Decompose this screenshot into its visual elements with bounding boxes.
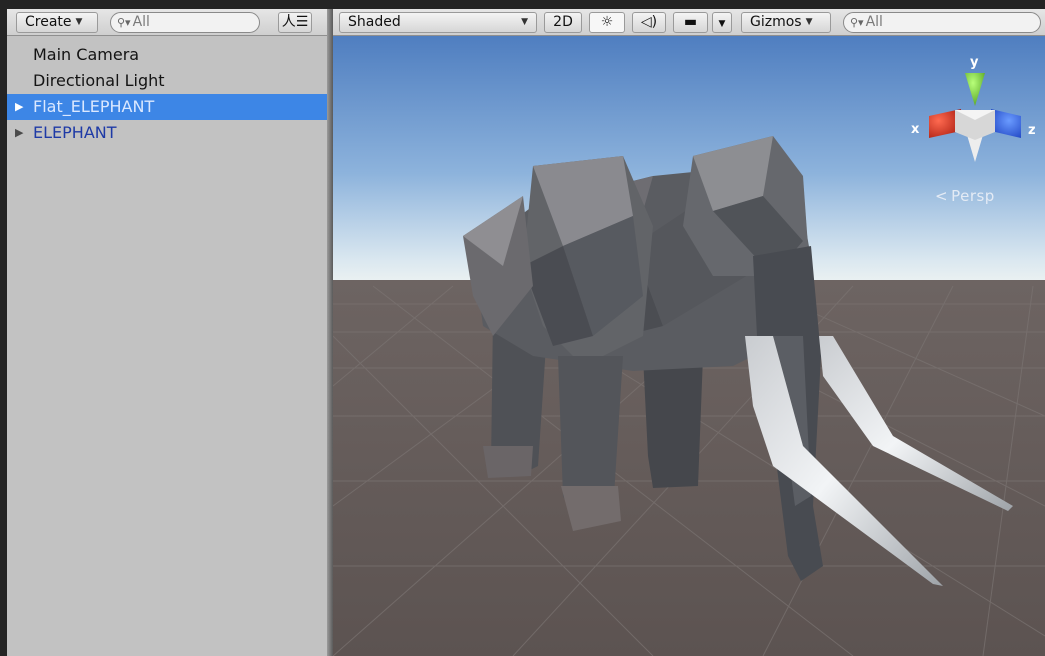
dropdown-arrow-icon: ▼ [521, 17, 528, 27]
scene-audio-toggle[interactable]: ◁) [632, 12, 666, 33]
hierarchy-filter-icon: 人☰ [281, 14, 309, 30]
hierarchy-item-label: Directional Light [33, 71, 165, 90]
scene-viewport[interactable]: y x z [333, 36, 1045, 656]
hierarchy-panel: Create ▼ ⚲▾ All 人☰ Main Camera Directional… [7, 9, 327, 656]
hierarchy-item-label: Flat_ELEPHANT [33, 97, 155, 116]
dropdown-arrow-icon: ▼ [75, 17, 83, 27]
scene-effects-dropdown[interactable]: ▼ [712, 12, 732, 33]
gizmos-dropdown[interactable]: Gizmos ▼ [741, 12, 831, 33]
scene-toolbar: Shaded ▼ 2D ☼ ◁) ▬ ▼ Gizmos ▼ ⚲▾ All [333, 9, 1045, 36]
hierarchy-item-main-camera[interactable]: Main Camera [7, 42, 327, 68]
search-icon: ⚲▾ [850, 16, 864, 29]
gizmos-label: Gizmos [750, 14, 802, 30]
speaker-icon: ◁) [640, 14, 658, 30]
hierarchy-list: Main Camera Directional Light ▶ Flat_ELE… [7, 42, 327, 146]
projection-toggle[interactable]: < Persp [935, 187, 995, 205]
hierarchy-search-text: All [132, 14, 150, 30]
scene-view-panel: Shaded ▼ 2D ☼ ◁) ▬ ▼ Gizmos ▼ ⚲▾ All y x… [333, 9, 1045, 656]
shading-mode-dropdown[interactable]: Shaded ▼ [339, 12, 537, 33]
z-axis-label: z [1028, 123, 1036, 138]
hierarchy-item-label: Main Camera [33, 45, 140, 64]
hierarchy-item-label: ELEPHANT [33, 123, 117, 142]
dropdown-arrow-icon: ▼ [805, 17, 813, 27]
hierarchy-item-flat-elephant[interactable]: ▶ Flat_ELEPHANT [7, 94, 327, 120]
dropdown-arrow-icon: ▼ [718, 19, 726, 29]
unity-editor-window: Create ▼ ⚲▾ All 人☰ Main Camera Directional… [0, 0, 1045, 656]
hierarchy-item-directional-light[interactable]: Directional Light [7, 68, 327, 94]
create-dropdown-button[interactable]: Create ▼ [16, 12, 98, 33]
scene-lighting-toggle[interactable]: ☼ [589, 12, 625, 33]
scene-effects-toggle[interactable]: ▬ [673, 12, 708, 33]
x-axis-label: x [911, 122, 920, 137]
hierarchy-toolbar: Create ▼ ⚲▾ All 人☰ [7, 9, 327, 36]
search-icon: ⚲▾ [117, 16, 131, 29]
y-axis-label: y [970, 55, 979, 70]
2d-mode-toggle[interactable]: 2D [544, 12, 582, 33]
sun-icon: ☼ [600, 14, 614, 30]
2d-mode-label: 2D [553, 14, 573, 30]
create-label: Create [25, 14, 72, 30]
hierarchy-filter-button[interactable]: 人☰ [278, 12, 312, 33]
scene-search-text: All [865, 14, 883, 30]
image-icon: ▬ [683, 14, 698, 30]
expand-arrow-icon[interactable]: ▶ [15, 94, 23, 120]
projection-label: Persp [951, 187, 995, 205]
hierarchy-search-field[interactable]: ⚲▾ All [110, 12, 260, 33]
scene-search-field[interactable]: ⚲▾ All [843, 12, 1041, 33]
hierarchy-item-elephant[interactable]: ▶ ELEPHANT [7, 120, 327, 146]
shading-mode-label: Shaded [348, 14, 401, 30]
chevron-left-icon: < [935, 187, 949, 205]
expand-arrow-icon[interactable]: ▶ [15, 120, 23, 146]
